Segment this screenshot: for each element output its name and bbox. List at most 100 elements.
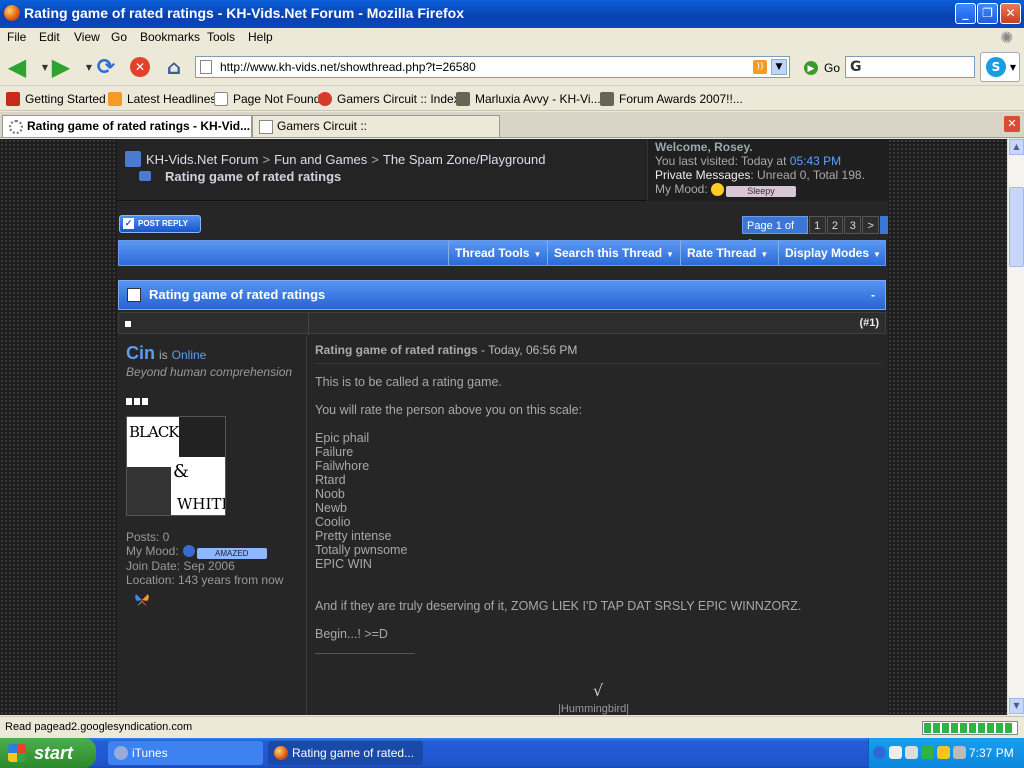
page-icon xyxy=(214,92,228,106)
private-messages-link[interactable]: Private Messages xyxy=(655,168,750,182)
collapse-button[interactable]: - xyxy=(871,281,875,309)
taskbar-firefox[interactable]: Rating game of rated... xyxy=(268,741,423,765)
firefox-icon xyxy=(274,746,288,760)
post-title: Rating game of rated ratings - Today, 06… xyxy=(315,343,578,357)
mood-badge[interactable]: Sleepy xyxy=(726,186,797,197)
search-input[interactable]: G xyxy=(845,56,975,78)
pager-end xyxy=(880,216,888,234)
welcome-text: Welcome, Rosey. xyxy=(655,140,753,154)
maximize-button[interactable]: ❐ xyxy=(977,3,998,24)
tray-expand-icon[interactable] xyxy=(873,746,886,759)
breadcrumb-spam-zone[interactable]: The Spam Zone/Playground xyxy=(383,152,546,167)
page-icon xyxy=(200,60,212,74)
breadcrumb-forum[interactable]: KH-Vids.Net Forum xyxy=(146,152,258,167)
menu-edit[interactable]: Edit xyxy=(39,30,60,44)
join-date: Join Date: Sep 2006 xyxy=(126,559,235,573)
user-avatar[interactable]: BLACK & WHITE xyxy=(126,416,226,516)
start-button[interactable]: start xyxy=(0,738,96,768)
skype-button[interactable]: S ▼ xyxy=(980,52,1020,82)
menu-bar: File Edit View Go Bookmarks Tools Help ✺ xyxy=(0,28,1024,48)
status-bar: Read pagead2.googlesyndication.com xyxy=(0,716,1024,738)
close-window-button[interactable]: ✕ xyxy=(1000,3,1021,24)
bookmark-latest-headlines[interactable]: Latest Headlines xyxy=(108,92,216,106)
scroll-thumb[interactable] xyxy=(1009,187,1024,267)
rate-thread-menu[interactable]: Rate Thread ▼ xyxy=(680,241,778,265)
menu-file[interactable]: File xyxy=(7,30,26,44)
dropdown-arrow-icon: ▼ xyxy=(666,250,674,259)
url-bar[interactable]: http://www.kh-vids.net/showthread.php?t=… xyxy=(195,56,790,78)
reload-icon[interactable]: ⟳ xyxy=(93,54,119,80)
username-link[interactable]: Cin xyxy=(126,343,155,363)
signature-text: |Hummingbird| xyxy=(558,703,630,715)
post-count: Posts: 0 xyxy=(126,530,170,544)
msn-butterfly-icon[interactable] xyxy=(134,593,150,607)
bookmark-marluxia-avvy[interactable]: Marluxia Avvy - KH-Vi... xyxy=(456,92,601,106)
close-tab-icon[interactable]: ✕ xyxy=(1004,116,1020,132)
dropdown-arrow-icon: ▼ xyxy=(533,250,542,259)
taskbar: start iTunes Rating game of rated... 7:3… xyxy=(0,738,1024,768)
settings-icon[interactable] xyxy=(953,746,966,759)
site-icon xyxy=(600,92,614,106)
page-link-2[interactable]: 2 xyxy=(826,216,844,234)
tab-gamers-circuit[interactable]: Gamers Circuit :: xyxy=(252,115,500,137)
menu-bookmarks[interactable]: Bookmarks xyxy=(140,30,200,44)
menu-help[interactable]: Help xyxy=(248,30,273,44)
thread-tools-menu[interactable]: Thread Tools ▼ xyxy=(448,241,547,265)
url-dropdown-icon[interactable]: ▼ xyxy=(771,59,787,75)
bookmark-page-not-found[interactable]: Page Not Found xyxy=(214,92,320,106)
loading-icon xyxy=(9,120,23,134)
forum-icon xyxy=(125,151,141,167)
post-header-row: (#1) xyxy=(118,312,886,335)
rss-feed-icon[interactable]: )) xyxy=(753,60,767,74)
minimize-button[interactable]: _ xyxy=(955,3,976,24)
thread-header: Rating game of rated ratings - xyxy=(118,280,886,310)
breadcrumb-fun-and-games[interactable]: Fun and Games xyxy=(274,152,367,167)
post-number-link[interactable]: (#1) xyxy=(859,317,879,329)
bookmarks-toolbar: Getting Started Latest Headlines Page No… xyxy=(0,87,1024,111)
bookmark-forum-awards[interactable]: Forum Awards 2007!!... xyxy=(600,92,743,106)
breadcrumb: KH-Vids.Net Forum > Fun and Games > The Spam… xyxy=(125,151,545,167)
page-link-1[interactable]: 1 xyxy=(808,216,826,234)
post-reply-button[interactable]: ✓ POST REPLY xyxy=(119,215,201,233)
signature-mark: √ xyxy=(593,681,604,700)
bookmark-gamers-circuit[interactable]: Gamers Circuit :: Index xyxy=(318,92,460,106)
aim-icon xyxy=(318,92,332,106)
thread-title: Rating game of rated ratings xyxy=(149,287,326,302)
vertical-scrollbar[interactable]: ▲ ▼ xyxy=(1007,139,1024,715)
search-thread-menu[interactable]: Search this Thread ▼ xyxy=(547,241,680,265)
home-icon[interactable]: ⌂ xyxy=(161,54,187,80)
page-icon xyxy=(259,120,273,134)
thread-tools-bar: Thread Tools ▼ Search this Thread ▼ Rate T… xyxy=(118,240,886,266)
online-status: Online xyxy=(171,348,207,362)
messenger-icon[interactable] xyxy=(937,746,950,759)
back-arrow-icon[interactable]: ◀ xyxy=(4,53,30,81)
my-mood: My Mood: Sleepy xyxy=(655,182,888,197)
security-icon[interactable] xyxy=(921,746,934,759)
scroll-down-icon[interactable]: ▼ xyxy=(1009,698,1024,714)
stop-icon[interactable]: ✕ xyxy=(127,54,153,80)
display-modes-menu[interactable]: Display Modes ▼ xyxy=(778,241,885,265)
reputation-icons xyxy=(126,394,150,408)
go-label: Go xyxy=(824,60,841,75)
tab-rating-game[interactable]: Rating game of rated ratings - KH-Vid... xyxy=(2,115,252,137)
forward-arrow-icon[interactable]: ▶ xyxy=(48,53,74,81)
page-link-3[interactable]: 3 xyxy=(844,216,862,234)
menu-go[interactable]: Go xyxy=(111,30,127,44)
go-arrow-icon: ▶ xyxy=(804,60,818,75)
thread-document-icon xyxy=(127,288,141,302)
next-page-link[interactable]: > xyxy=(862,216,880,234)
menu-view[interactable]: View xyxy=(74,30,100,44)
window-title: Rating game of rated ratings - KH-Vids.N… xyxy=(24,5,465,21)
volume-icon[interactable] xyxy=(905,746,918,759)
user-title: Beyond human comprehension xyxy=(126,365,293,379)
post-body: Rating game of rated ratings - Today, 06… xyxy=(308,335,886,715)
system-tray: 7:37 PM xyxy=(868,738,1024,768)
google-icon: G xyxy=(850,59,862,75)
user-mood: My Mood: AMAZED xyxy=(126,544,283,559)
scroll-up-icon[interactable]: ▲ xyxy=(1009,139,1024,155)
network-icon[interactable] xyxy=(889,746,902,759)
menu-tools[interactable]: Tools xyxy=(207,30,235,44)
go-button[interactable]: ▶ Go xyxy=(798,60,840,75)
taskbar-itunes[interactable]: iTunes xyxy=(108,741,263,765)
bookmark-getting-started[interactable]: Getting Started xyxy=(6,92,106,106)
